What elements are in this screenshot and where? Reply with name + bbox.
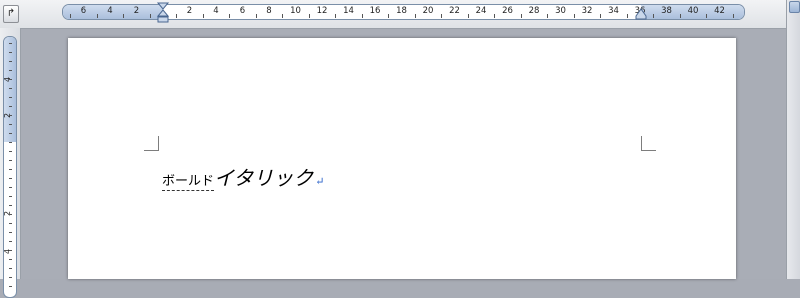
ruler-tick (9, 61, 12, 62)
ruler-tick (255, 14, 257, 18)
ruler-tick (9, 43, 12, 44)
ruler-tick (9, 124, 12, 125)
ruler-number: 2 (186, 6, 193, 16)
ruler-tick (9, 133, 12, 134)
ruler-number: 2 (133, 6, 140, 16)
ruler-number: 22 (449, 6, 460, 16)
ruler-tick (9, 79, 12, 80)
ruler-tick (202, 14, 204, 18)
ruler-tick (335, 14, 337, 18)
ruler-tick (706, 14, 708, 18)
ruler-tick (9, 268, 12, 269)
ruler-tick (388, 14, 390, 18)
vertical-ruler-bar: 4224 (0, 28, 21, 298)
ruler-number: 28 (528, 6, 540, 16)
ruler-tick (282, 14, 284, 18)
tab-type-icon: ↱ (6, 8, 16, 19)
ruler-number: 30 (555, 6, 566, 16)
ruler-tick (308, 14, 310, 18)
text-line[interactable]: ボールドイタリック ↵ (162, 162, 324, 191)
ruler-tick (9, 187, 12, 188)
ruler-number: 10 (290, 6, 301, 16)
ruler-tick (9, 88, 12, 89)
ruler-tick (494, 14, 496, 18)
ruler-tick (9, 196, 12, 197)
ruler-tick (9, 232, 12, 233)
ruler-number: 20 (422, 6, 434, 16)
ruler-tick (9, 97, 12, 98)
ruler-tick (70, 14, 72, 18)
tab-stop-selector[interactable]: ↱ (3, 5, 19, 23)
ruler-number: 38 (661, 6, 672, 16)
ruler-tick (9, 286, 12, 287)
ruler-tick (229, 14, 231, 18)
ruler-number: 8 (266, 6, 272, 16)
ruler-number: 32 (581, 6, 593, 16)
ruler-tick (732, 14, 734, 18)
ruler-number: 24 (475, 6, 487, 16)
ruler-tick (626, 14, 628, 18)
ruler-tick (547, 14, 549, 18)
ruler-number: 18 (396, 6, 407, 16)
ruler-number: 4 (107, 6, 113, 16)
ruler-number: 16 (369, 6, 381, 16)
ruler-number: 40 (687, 6, 699, 16)
ruler-tick (9, 142, 12, 143)
ruler-tick (679, 14, 681, 18)
ruler-number: 6 (239, 6, 246, 16)
ruler-tick (176, 14, 178, 18)
bold-text[interactable]: ボールド (162, 174, 215, 191)
margin-corner-mark-right (641, 136, 656, 151)
ruler-tick (361, 14, 363, 18)
ruler-tick (467, 14, 469, 18)
ruler-tick (9, 241, 12, 242)
ruler-tick (9, 106, 12, 107)
ruler-tick (573, 14, 575, 18)
ruler-tick (9, 250, 12, 251)
scroll-thumb[interactable] (789, 1, 800, 13)
ruler-number: 6 (80, 6, 87, 16)
document-page[interactable]: ボールドイタリック ↵ (68, 38, 736, 279)
ruler-tick (9, 205, 12, 206)
ruler-number: 14 (343, 6, 354, 16)
vertical-scrollbar[interactable] (786, 0, 800, 279)
ruler-tick (9, 277, 12, 278)
ruler-tick (653, 14, 655, 18)
ruler-tick (123, 14, 125, 18)
ruler-tick (9, 70, 12, 71)
ruler-number: 26 (502, 6, 513, 16)
ruler-number: 12 (316, 6, 328, 16)
ruler-tick (520, 14, 522, 18)
ruler-tick (9, 214, 12, 215)
ruler-bar: ↱ 64224681012141618202224262830323436384… (0, 0, 800, 29)
ruler-tick (9, 223, 12, 224)
ruler-tick (9, 259, 12, 260)
ruler-tick (9, 115, 12, 116)
left-margin-region (63, 5, 163, 19)
ruler-tick (9, 151, 12, 152)
ruler-tick (441, 14, 443, 18)
ruler-tick (149, 14, 151, 18)
ruler-tick (9, 52, 12, 53)
paragraph-mark-icon: ↵ (315, 175, 325, 188)
ruler-tick (9, 178, 12, 179)
ruler-tick (9, 160, 12, 161)
ruler-tick (96, 14, 98, 18)
ruler-number: 42 (714, 6, 725, 16)
ruler-number: 4 (213, 6, 219, 16)
vertical-ruler[interactable]: 4224 (3, 36, 17, 298)
ruler-number: 34 (608, 6, 619, 16)
ruler-tick (9, 169, 12, 170)
right-indent-marker[interactable] (635, 8, 647, 20)
ruler-tick (600, 14, 602, 18)
first-line-indent-marker[interactable] (157, 2, 169, 24)
margin-corner-mark-left (144, 136, 159, 151)
ruler-tick (414, 14, 416, 18)
italic-text[interactable]: イタリック (214, 166, 313, 190)
